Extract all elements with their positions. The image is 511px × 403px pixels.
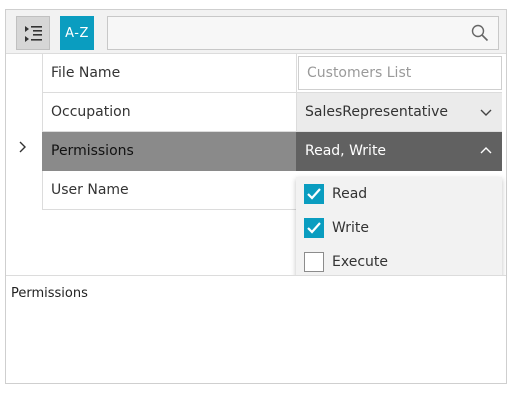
permission-option-execute[interactable]: Execute (296, 245, 502, 279)
checkbox-checked[interactable] (304, 218, 324, 238)
combo-text: Read, Write (305, 143, 387, 159)
categorize-button[interactable] (16, 16, 50, 50)
checkmark-icon (307, 222, 321, 234)
option-label: Execute (332, 254, 388, 270)
property-row-occupation: Occupation SalesRepresentative (42, 93, 502, 132)
description-panel: Permissions (6, 275, 506, 383)
checkmark-icon (307, 188, 321, 200)
option-label: Write (332, 220, 369, 236)
permissions-combo-value: Read, Write (297, 132, 502, 170)
property-label[interactable]: Occupation (42, 93, 296, 132)
combo-text: SalesRepresentative (305, 104, 449, 120)
checkbox-unchecked[interactable] (304, 252, 324, 272)
occupation-combo[interactable]: SalesRepresentative (296, 93, 502, 132)
property-label[interactable]: User Name (42, 171, 296, 210)
checkbox-checked[interactable] (304, 184, 324, 204)
sort-alphabetical-button[interactable]: A-Z (60, 16, 94, 50)
chevron-right-icon[interactable] (16, 140, 30, 154)
permissions-dropdown: Read Write Execute (296, 177, 502, 278)
property-label[interactable]: Permissions (42, 132, 296, 171)
search-input[interactable] (108, 17, 463, 49)
property-label[interactable]: File Name (42, 54, 296, 93)
permissions-combo[interactable]: Read, Write (296, 132, 502, 171)
property-row-file-name: File Name Customers List (42, 54, 502, 93)
chevron-down-icon[interactable] (480, 106, 492, 118)
search-box[interactable] (107, 16, 499, 50)
option-label: Read (332, 186, 368, 202)
permission-option-read[interactable]: Read (296, 177, 502, 211)
chevron-up-icon[interactable] (480, 145, 492, 157)
property-grid-toolbar: A-Z (6, 10, 506, 54)
file-name-field[interactable]: Customers List (298, 56, 502, 90)
permission-option-write[interactable]: Write (296, 211, 502, 245)
occupation-combo-value: SalesRepresentative (297, 93, 502, 131)
property-row-permissions: Permissions Read, Write (42, 132, 502, 171)
description-title: Permissions (11, 286, 88, 301)
categorized-list-icon (25, 26, 42, 42)
property-value-cell: Customers List (296, 54, 502, 93)
property-grid: A-Z File Name Customers List Occupation … (5, 9, 507, 384)
search-icon[interactable] (470, 23, 490, 43)
